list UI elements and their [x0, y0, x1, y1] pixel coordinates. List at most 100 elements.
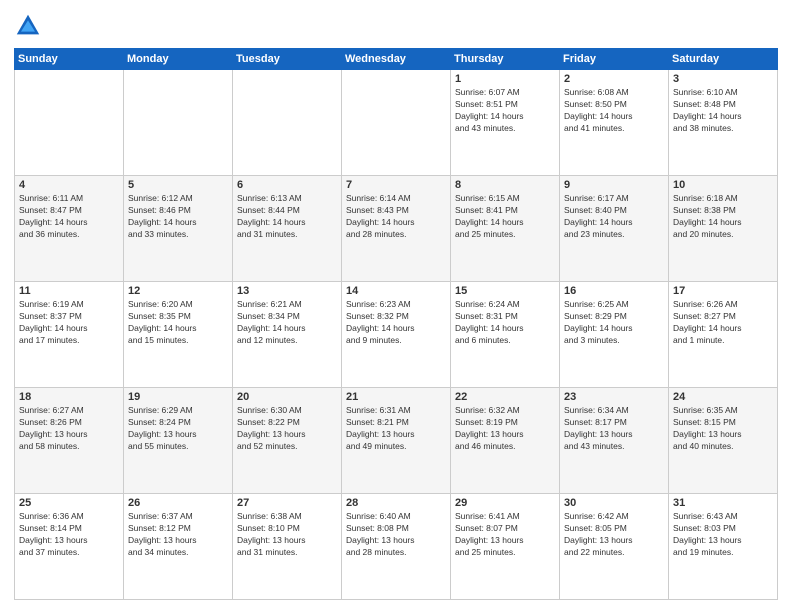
day-info: Sunrise: 6:38 AM Sunset: 8:10 PM Dayligh… — [237, 511, 337, 559]
calendar-body: 1 Sunrise: 6:07 AM Sunset: 8:51 PM Daylig… — [15, 70, 778, 600]
calendar-week-1: 1 Sunrise: 6:07 AM Sunset: 8:51 PM Daylig… — [15, 70, 778, 176]
day-of-week-row: SundayMondayTuesdayWednesdayThursdayFrid… — [15, 49, 778, 70]
day-number: 17 — [673, 285, 773, 297]
day-number: 31 — [673, 497, 773, 509]
day-info: Sunrise: 6:32 AM Sunset: 8:19 PM Dayligh… — [455, 405, 555, 453]
day-info: Sunrise: 6:37 AM Sunset: 8:12 PM Dayligh… — [128, 511, 228, 559]
calendar-cell: 31 Sunrise: 6:43 AM Sunset: 8:03 PM Dayli… — [669, 494, 778, 600]
calendar-week-3: 11Sunrise: 6:19 AM Sunset: 8:37 PM Dayli… — [15, 282, 778, 388]
day-number: 30 — [564, 497, 664, 509]
calendar-week-2: 4 Sunrise: 6:11 AM Sunset: 8:47 PM Daylig… — [15, 176, 778, 282]
calendar-cell: 7 Sunrise: 6:14 AM Sunset: 8:43 PM Daylig… — [342, 176, 451, 282]
day-number: 3 — [673, 73, 773, 85]
calendar-cell: 1 Sunrise: 6:07 AM Sunset: 8:51 PM Daylig… — [451, 70, 560, 176]
day-number: 20 — [237, 391, 337, 403]
day-number: 16 — [564, 285, 664, 297]
day-number: 28 — [346, 497, 446, 509]
day-info: Sunrise: 6:13 AM Sunset: 8:44 PM Dayligh… — [237, 193, 337, 241]
day-number: 22 — [455, 391, 555, 403]
calendar-cell: 19Sunrise: 6:29 AM Sunset: 8:24 PM Dayli… — [124, 388, 233, 494]
day-info: Sunrise: 6:29 AM Sunset: 8:24 PM Dayligh… — [128, 405, 228, 453]
day-number: 29 — [455, 497, 555, 509]
calendar-cell: 27 Sunrise: 6:38 AM Sunset: 8:10 PM Dayli… — [233, 494, 342, 600]
calendar-cell — [342, 70, 451, 176]
day-number: 4 — [19, 179, 119, 191]
calendar-cell: 24 Sunrise: 6:35 AM Sunset: 8:15 PM Dayli… — [669, 388, 778, 494]
calendar-cell: 10Sunrise: 6:18 AM Sunset: 8:38 PM Dayli… — [669, 176, 778, 282]
calendar-cell: 28Sunrise: 6:40 AM Sunset: 8:08 PM Dayli… — [342, 494, 451, 600]
calendar-cell: 2 Sunrise: 6:08 AM Sunset: 8:50 PM Daylig… — [560, 70, 669, 176]
day-info: Sunrise: 6:12 AM Sunset: 8:46 PM Dayligh… — [128, 193, 228, 241]
calendar-week-5: 25Sunrise: 6:36 AM Sunset: 8:14 PM Dayli… — [15, 494, 778, 600]
calendar-cell: 16 Sunrise: 6:25 AM Sunset: 8:29 PM Dayli… — [560, 282, 669, 388]
calendar-table: SundayMondayTuesdayWednesdayThursdayFrid… — [14, 48, 778, 600]
day-info: Sunrise: 6:36 AM Sunset: 8:14 PM Dayligh… — [19, 511, 119, 559]
calendar-cell: 11Sunrise: 6:19 AM Sunset: 8:37 PM Dayli… — [15, 282, 124, 388]
day-number: 5 — [128, 179, 228, 191]
calendar-cell: 9Sunrise: 6:17 AM Sunset: 8:40 PM Daylig… — [560, 176, 669, 282]
day-info: Sunrise: 6:41 AM Sunset: 8:07 PM Dayligh… — [455, 511, 555, 559]
calendar-cell: 23 Sunrise: 6:34 AM Sunset: 8:17 PM Dayli… — [560, 388, 669, 494]
dow-header-thursday: Thursday — [451, 49, 560, 70]
day-number: 2 — [564, 73, 664, 85]
day-number: 13 — [237, 285, 337, 297]
day-info: Sunrise: 6:42 AM Sunset: 8:05 PM Dayligh… — [564, 511, 664, 559]
dow-header-friday: Friday — [560, 49, 669, 70]
calendar-cell — [233, 70, 342, 176]
day-info: Sunrise: 6:31 AM Sunset: 8:21 PM Dayligh… — [346, 405, 446, 453]
logo — [14, 12, 46, 40]
day-info: Sunrise: 6:35 AM Sunset: 8:15 PM Dayligh… — [673, 405, 773, 453]
calendar-cell: 22 Sunrise: 6:32 AM Sunset: 8:19 PM Dayli… — [451, 388, 560, 494]
calendar-cell: 4 Sunrise: 6:11 AM Sunset: 8:47 PM Daylig… — [15, 176, 124, 282]
calendar-cell: 30 Sunrise: 6:42 AM Sunset: 8:05 PM Dayli… — [560, 494, 669, 600]
header — [14, 12, 778, 40]
day-number: 1 — [455, 73, 555, 85]
dow-header-sunday: Sunday — [15, 49, 124, 70]
calendar-week-4: 18Sunrise: 6:27 AM Sunset: 8:26 PM Dayli… — [15, 388, 778, 494]
day-number: 12 — [128, 285, 228, 297]
calendar-cell: 13 Sunrise: 6:21 AM Sunset: 8:34 PM Dayli… — [233, 282, 342, 388]
day-number: 7 — [346, 179, 446, 191]
dow-header-monday: Monday — [124, 49, 233, 70]
day-number: 14 — [346, 285, 446, 297]
calendar-cell: 21 Sunrise: 6:31 AM Sunset: 8:21 PM Dayli… — [342, 388, 451, 494]
day-info: Sunrise: 6:17 AM Sunset: 8:40 PM Dayligh… — [564, 193, 664, 241]
dow-header-saturday: Saturday — [669, 49, 778, 70]
calendar-cell: 29 Sunrise: 6:41 AM Sunset: 8:07 PM Dayli… — [451, 494, 560, 600]
calendar-cell: 5 Sunrise: 6:12 AM Sunset: 8:46 PM Daylig… — [124, 176, 233, 282]
day-info: Sunrise: 6:18 AM Sunset: 8:38 PM Dayligh… — [673, 193, 773, 241]
calendar-cell — [15, 70, 124, 176]
day-number: 21 — [346, 391, 446, 403]
day-number: 8 — [455, 179, 555, 191]
day-number: 23 — [564, 391, 664, 403]
calendar-cell: 26 Sunrise: 6:37 AM Sunset: 8:12 PM Dayli… — [124, 494, 233, 600]
calendar-cell — [124, 70, 233, 176]
day-info: Sunrise: 6:19 AM Sunset: 8:37 PM Dayligh… — [19, 299, 119, 347]
calendar-cell: 17Sunrise: 6:26 AM Sunset: 8:27 PM Dayli… — [669, 282, 778, 388]
day-info: Sunrise: 6:07 AM Sunset: 8:51 PM Dayligh… — [455, 87, 555, 135]
day-info: Sunrise: 6:08 AM Sunset: 8:50 PM Dayligh… — [564, 87, 664, 135]
day-number: 15 — [455, 285, 555, 297]
day-info: Sunrise: 6:10 AM Sunset: 8:48 PM Dayligh… — [673, 87, 773, 135]
day-info: Sunrise: 6:14 AM Sunset: 8:43 PM Dayligh… — [346, 193, 446, 241]
day-info: Sunrise: 6:24 AM Sunset: 8:31 PM Dayligh… — [455, 299, 555, 347]
calendar-cell: 20 Sunrise: 6:30 AM Sunset: 8:22 PM Dayli… — [233, 388, 342, 494]
day-info: Sunrise: 6:21 AM Sunset: 8:34 PM Dayligh… — [237, 299, 337, 347]
calendar-cell: 18Sunrise: 6:27 AM Sunset: 8:26 PM Dayli… — [15, 388, 124, 494]
day-number: 24 — [673, 391, 773, 403]
calendar-cell: 6Sunrise: 6:13 AM Sunset: 8:44 PM Daylig… — [233, 176, 342, 282]
day-info: Sunrise: 6:20 AM Sunset: 8:35 PM Dayligh… — [128, 299, 228, 347]
day-info: Sunrise: 6:34 AM Sunset: 8:17 PM Dayligh… — [564, 405, 664, 453]
day-number: 26 — [128, 497, 228, 509]
calendar-cell: 12 Sunrise: 6:20 AM Sunset: 8:35 PM Dayli… — [124, 282, 233, 388]
calendar-cell: 14 Sunrise: 6:23 AM Sunset: 8:32 PM Dayli… — [342, 282, 451, 388]
day-info: Sunrise: 6:27 AM Sunset: 8:26 PM Dayligh… — [19, 405, 119, 453]
logo-icon — [14, 12, 42, 40]
day-info: Sunrise: 6:23 AM Sunset: 8:32 PM Dayligh… — [346, 299, 446, 347]
day-info: Sunrise: 6:11 AM Sunset: 8:47 PM Dayligh… — [19, 193, 119, 241]
day-info: Sunrise: 6:25 AM Sunset: 8:29 PM Dayligh… — [564, 299, 664, 347]
calendar-cell: 3 Sunrise: 6:10 AM Sunset: 8:48 PM Daylig… — [669, 70, 778, 176]
day-info: Sunrise: 6:30 AM Sunset: 8:22 PM Dayligh… — [237, 405, 337, 453]
day-number: 27 — [237, 497, 337, 509]
day-info: Sunrise: 6:43 AM Sunset: 8:03 PM Dayligh… — [673, 511, 773, 559]
